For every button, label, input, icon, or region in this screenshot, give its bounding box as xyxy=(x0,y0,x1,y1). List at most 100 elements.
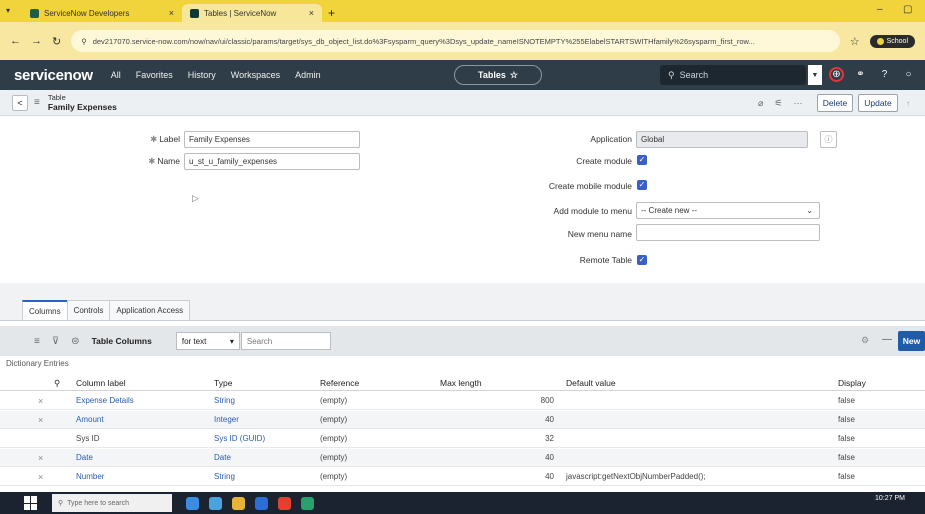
app-icon[interactable] xyxy=(301,496,314,510)
column-options-icon[interactable]: ⊜ xyxy=(71,336,79,347)
column-header-label[interactable]: Column label xyxy=(76,378,126,388)
table-row[interactable]: × Expense Details String (empty) 800 fal… xyxy=(0,392,925,410)
profile-label: School xyxy=(886,37,908,45)
search-scope-dropdown[interactable]: ▼ xyxy=(808,65,822,85)
context-pill[interactable]: Tables ☆ xyxy=(454,65,542,85)
cell-type[interactable]: Integer xyxy=(214,415,239,424)
tab-search-icon[interactable]: ▾ xyxy=(6,6,10,15)
cell-column-label[interactable]: Date xyxy=(76,453,93,462)
profile-button[interactable]: School xyxy=(869,34,915,48)
bookmark-star-icon[interactable]: ☆ xyxy=(850,35,860,48)
close-icon[interactable]: × xyxy=(309,8,314,18)
gear-icon[interactable]: ⚙ xyxy=(861,335,869,346)
windows-start-icon[interactable] xyxy=(24,496,42,510)
column-header-default-value[interactable]: Default value xyxy=(566,378,616,388)
minimize-icon[interactable]: – xyxy=(877,4,883,15)
create-mobile-module-checkbox[interactable]: ✓ xyxy=(637,180,647,190)
new-button[interactable]: New xyxy=(898,331,925,351)
nav-history[interactable]: History xyxy=(188,70,216,80)
tab-application-access[interactable]: Application Access xyxy=(109,300,191,320)
column-header-display[interactable]: Display xyxy=(838,378,866,388)
info-icon[interactable]: ⓘ xyxy=(820,131,837,148)
edge-icon[interactable] xyxy=(209,496,222,510)
name-input[interactable]: u_st_u_family_expenses xyxy=(184,153,360,170)
tab-controls[interactable]: Controls xyxy=(66,300,111,320)
forward-arrow-icon[interactable]: → xyxy=(31,35,42,47)
form-menu-icon[interactable]: ≡ xyxy=(34,97,40,108)
chevron-down-icon: ▾ xyxy=(229,336,234,346)
nav-favorites[interactable]: Favorites xyxy=(136,70,173,80)
nav-admin[interactable]: Admin xyxy=(295,70,321,80)
delete-row-icon[interactable]: × xyxy=(38,472,43,482)
folder-icon[interactable] xyxy=(232,496,245,510)
new-menu-name-input[interactable] xyxy=(636,224,820,241)
delete-row-icon[interactable]: × xyxy=(38,396,43,406)
remote-table-checkbox[interactable]: ✓ xyxy=(637,255,647,265)
back-arrow-icon[interactable]: ← xyxy=(10,35,21,47)
cell-type[interactable]: Date xyxy=(214,453,231,462)
cell-column-label[interactable]: Amount xyxy=(76,415,104,424)
column-header-reference[interactable]: Reference xyxy=(320,378,359,388)
up-arrow-icon[interactable]: ↑ xyxy=(906,99,910,108)
taskbar-search-input[interactable]: ⚲ Type here to search xyxy=(52,494,172,512)
column-header-max-length[interactable]: Max length xyxy=(440,378,482,388)
delete-row-icon[interactable]: × xyxy=(38,453,43,463)
cell-column-label[interactable]: Expense Details xyxy=(76,396,134,405)
notifications-icon[interactable]: ○ xyxy=(901,67,916,82)
chrome-icon[interactable] xyxy=(278,496,291,510)
site-info-icon[interactable]: ⚲ xyxy=(81,37,87,46)
maximize-icon[interactable]: ▢ xyxy=(903,4,912,15)
filter-icon[interactable]: ⊽ xyxy=(52,336,59,347)
label-input[interactable]: Family Expenses xyxy=(184,131,360,148)
reload-icon[interactable]: ↻ xyxy=(52,35,61,48)
cell-type[interactable]: String xyxy=(214,396,235,405)
create-module-checkbox[interactable]: ✓ xyxy=(637,155,647,165)
table-row[interactable]: Sys ID Sys ID (GUID) (empty) 32 false xyxy=(0,430,925,448)
url-field[interactable]: ⚲ dev217070.service-now.com/now/nav/ui/c… xyxy=(71,30,840,52)
cell-column-label[interactable]: Sys ID xyxy=(76,434,100,443)
tab-columns[interactable]: Columns xyxy=(22,300,68,320)
breadcrumb[interactable]: Dictionary Entries xyxy=(6,359,69,368)
cell-max-length: 800 xyxy=(540,396,554,405)
table-row[interactable]: × Date Date (empty) 40 false xyxy=(0,449,925,467)
required-icon: ✱ xyxy=(148,156,156,166)
browser-tab-strip: ▾ ServiceNow Developers × Tables | Servi… xyxy=(0,0,925,22)
chat-icon[interactable]: ⚭ xyxy=(853,67,868,82)
scope-globe-icon[interactable]: ⊕ xyxy=(829,67,844,82)
delete-button[interactable]: Delete xyxy=(817,94,853,112)
list-menu-icon[interactable]: ≡ xyxy=(34,336,40,347)
store-icon[interactable] xyxy=(255,496,268,510)
settings-sliders-icon[interactable]: ⚟ xyxy=(774,98,782,109)
app-icon[interactable] xyxy=(186,496,199,510)
servicenow-logo[interactable]: servicenow xyxy=(14,67,93,84)
taskbar-clock[interactable]: 10:27 PM xyxy=(875,495,905,503)
search-field-select[interactable]: for text ▾ xyxy=(175,332,240,350)
table-row[interactable]: × Number String (empty) 40 javascript:ge… xyxy=(0,468,925,486)
delete-row-icon[interactable]: × xyxy=(38,415,43,425)
attachment-icon[interactable]: ⌀ xyxy=(758,98,763,109)
column-header-type[interactable]: Type xyxy=(214,378,232,388)
search-field-value: for text xyxy=(181,336,207,346)
nav-all[interactable]: All xyxy=(111,70,121,80)
collapse-icon[interactable]: — xyxy=(882,334,892,345)
cell-type[interactable]: Sys ID (GUID) xyxy=(214,434,265,443)
create-mobile-module-label: Create mobile module xyxy=(548,181,632,191)
add-module-select[interactable]: -- Create new -- ⌄ xyxy=(636,202,820,219)
global-search-input[interactable]: ⚲ Search xyxy=(660,65,806,85)
star-icon[interactable]: ☆ xyxy=(510,70,518,81)
browser-tab-developers[interactable]: ServiceNow Developers × xyxy=(22,4,182,22)
close-icon[interactable]: × xyxy=(169,8,174,18)
more-options-icon[interactable]: ··· xyxy=(794,98,803,109)
table-row[interactable]: × Amount Integer (empty) 40 false xyxy=(0,411,925,429)
back-button[interactable]: < xyxy=(12,94,28,111)
search-icon[interactable]: ⚲ xyxy=(54,378,60,389)
help-icon[interactable]: ? xyxy=(877,67,892,82)
cell-type[interactable]: String xyxy=(214,472,235,481)
list-search-input[interactable]: Search xyxy=(240,332,331,350)
cell-column-label[interactable]: Number xyxy=(76,472,104,481)
new-tab-button[interactable]: + xyxy=(322,4,341,22)
servicenow-favicon-icon xyxy=(30,8,39,18)
update-button[interactable]: Update xyxy=(858,94,898,112)
browser-tab-tables[interactable]: Tables | ServiceNow × xyxy=(182,4,322,22)
nav-workspaces[interactable]: Workspaces xyxy=(231,70,280,80)
